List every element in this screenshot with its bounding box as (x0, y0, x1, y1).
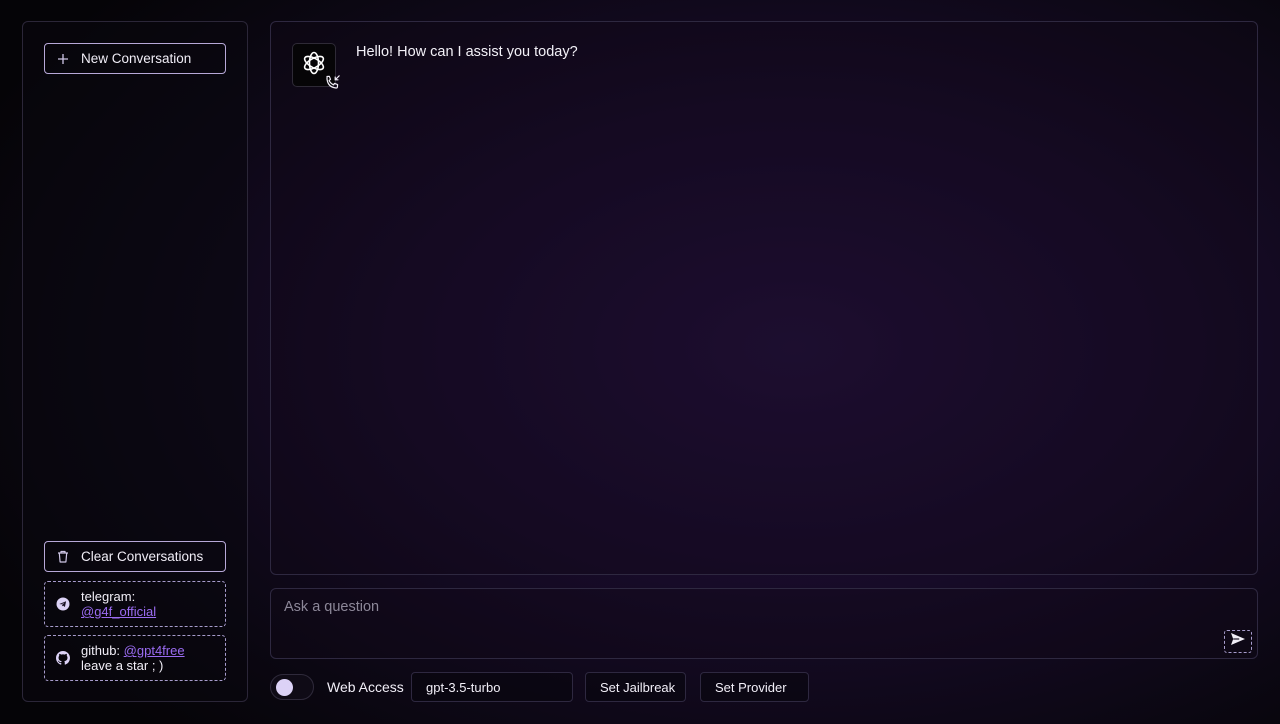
github-link[interactable]: @gpt4free (124, 643, 185, 658)
new-conversation-button[interactable]: New Conversation (44, 43, 226, 74)
telegram-icon (45, 597, 81, 611)
send-button[interactable] (1224, 630, 1252, 653)
question-input[interactable] (284, 599, 1204, 649)
github-icon (45, 651, 81, 665)
model-select[interactable]: gpt-3.5-turbo (411, 672, 573, 702)
trash-icon (45, 550, 81, 563)
github-note: leave a star ; ) (81, 658, 164, 673)
send-icon (1230, 632, 1246, 651)
telegram-label: telegram: (81, 589, 136, 604)
new-conversation-label: New Conversation (81, 51, 192, 66)
assistant-message: Hello! How can I assist you today? (356, 44, 578, 60)
toggle-knob (276, 679, 293, 696)
telegram-box: telegram: @g4f_official (44, 581, 226, 627)
provider-select[interactable]: Set Provider (700, 672, 809, 702)
plus-icon (45, 53, 81, 65)
web-access-label: Web Access (327, 679, 404, 695)
telegram-link[interactable]: @g4f_official (81, 604, 156, 619)
message-composer (270, 588, 1258, 659)
jailbreak-select[interactable]: Set Jailbreak (585, 672, 686, 702)
clear-conversations-button[interactable]: Clear Conversations (44, 541, 226, 572)
sidebar: New Conversation Clear Conversations tel… (22, 21, 248, 702)
clear-conversations-label: Clear Conversations (81, 549, 204, 564)
github-label: github: (81, 643, 121, 658)
phone-incoming-icon (324, 74, 341, 96)
github-box: github: @gpt4free leave a star ; ) (44, 635, 226, 681)
chat-panel: Hello! How can I assist you today? (270, 21, 1258, 575)
web-access-toggle[interactable] (270, 674, 314, 700)
